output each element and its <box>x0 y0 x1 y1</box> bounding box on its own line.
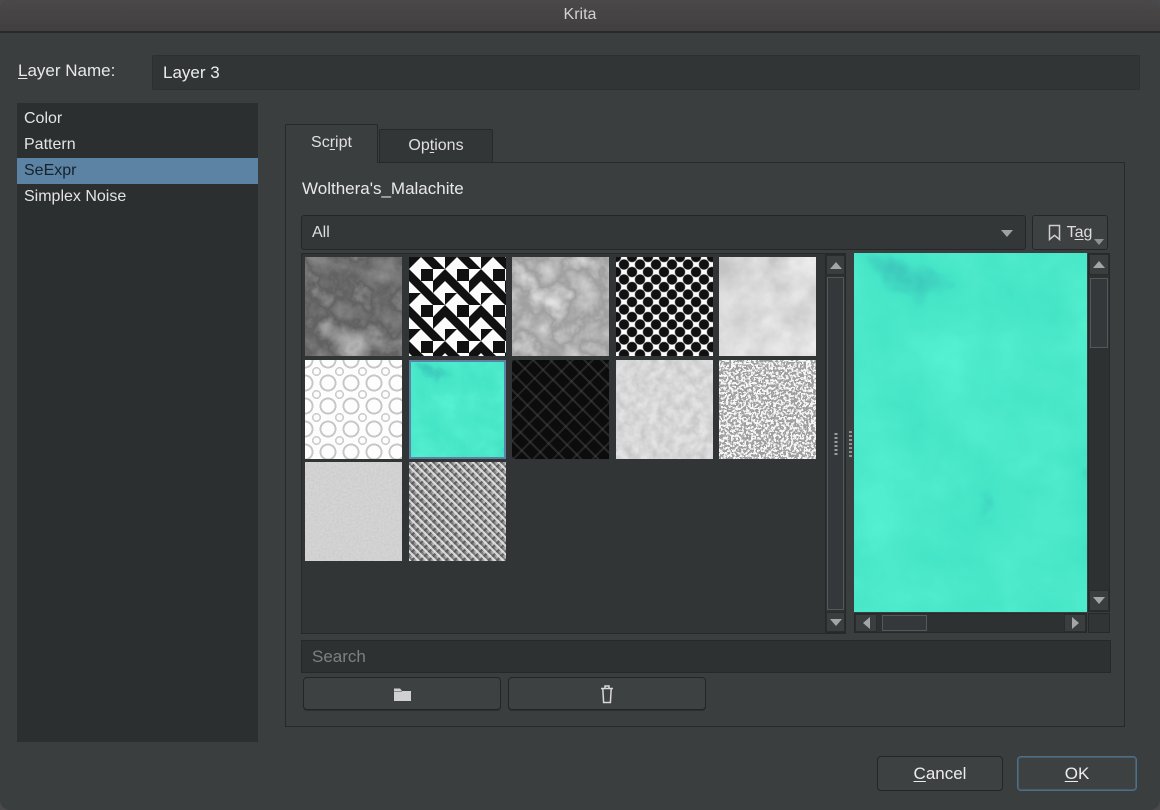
preview-horizontal-scrollbar[interactable] <box>854 613 1087 633</box>
folder-icon <box>392 685 413 702</box>
selected-resource-name: Wolthera's_Malachite <box>302 179 464 199</box>
pattern-thumbnail-truchet-circles[interactable] <box>305 360 402 459</box>
delete-resource-button[interactable] <box>508 677 706 710</box>
bookmark-icon <box>1048 224 1061 241</box>
pattern-thumbnail-concrete[interactable] <box>616 360 713 459</box>
pattern-thumbnail-light-clouds[interactable] <box>719 257 816 356</box>
scroll-down-button[interactable] <box>1089 590 1109 611</box>
grid-vertical-scrollbar[interactable] <box>825 254 846 633</box>
krita-dialog-window: Krita Layer Name: ColorPatternSeExprSimp… <box>0 0 1160 810</box>
chevron-down-icon <box>1001 230 1013 237</box>
tab-options[interactable]: Options <box>379 129 493 163</box>
scrollbar-corner <box>1088 613 1110 633</box>
list-item-seexpr[interactable]: SeExpr <box>17 158 258 184</box>
pattern-thumbnail-speckle[interactable] <box>719 360 816 459</box>
search-input[interactable] <box>301 640 1111 673</box>
list-item-simplex-noise[interactable]: Simplex Noise <box>17 184 258 210</box>
tab-script[interactable]: Script <box>285 124 378 163</box>
title-bar[interactable]: Krita <box>0 0 1160 33</box>
grid-preview-splitter[interactable] <box>847 253 854 634</box>
scroll-up-button[interactable] <box>1089 254 1109 275</box>
scrollbar-thumb[interactable] <box>882 615 927 631</box>
tag-button[interactable]: Tag <box>1032 215 1108 250</box>
layer-name-input[interactable] <box>152 55 1140 90</box>
pattern-thumbnail-dark-maze[interactable] <box>512 360 609 459</box>
import-resource-button[interactable] <box>303 677 501 710</box>
splitter-grip-dots <box>849 431 852 457</box>
ok-button[interactable]: OK <box>1017 756 1137 791</box>
resource-preview-pane <box>854 253 1111 634</box>
script-tab-panel: Wolthera's_Malachite All Tag <box>285 162 1125 727</box>
layer-name-label: Layer Name: <box>18 61 115 81</box>
pattern-thumbnail-weave[interactable] <box>409 462 506 561</box>
malachite-preview-image <box>854 253 1087 612</box>
pattern-thumbnail-malachite[interactable] <box>409 360 506 459</box>
generator-type-list: ColorPatternSeExprSimplex Noise <box>17 103 258 742</box>
window-title: Krita <box>0 6 1160 24</box>
tag-filter-combobox[interactable]: All <box>301 215 1026 250</box>
pattern-thumbnail-halftone-dots[interactable] <box>616 257 713 356</box>
list-item-color[interactable]: Color <box>17 106 258 132</box>
list-item-pattern[interactable]: Pattern <box>17 132 258 158</box>
scroll-down-button[interactable] <box>826 612 845 632</box>
pattern-thumbnail-bw-triangles[interactable] <box>409 257 506 356</box>
preview-vertical-scrollbar[interactable] <box>1088 253 1110 612</box>
scroll-up-button[interactable] <box>826 255 845 275</box>
scrollbar-thumb[interactable] <box>1090 278 1108 348</box>
resource-thumbnail-grid <box>301 253 846 634</box>
pattern-thumbnail-fine-grain[interactable] <box>305 462 402 561</box>
scrollbar-thumb[interactable] <box>827 277 844 610</box>
chevron-down-icon <box>1094 239 1104 245</box>
pattern-thumbnail-gray-clouds[interactable] <box>512 257 609 356</box>
cancel-button[interactable]: Cancel <box>877 756 1003 791</box>
trash-icon <box>597 683 617 704</box>
pattern-thumbnail-dark-marble[interactable] <box>305 257 402 356</box>
scroll-right-button[interactable] <box>1064 614 1086 632</box>
scroll-left-button[interactable] <box>855 614 877 632</box>
